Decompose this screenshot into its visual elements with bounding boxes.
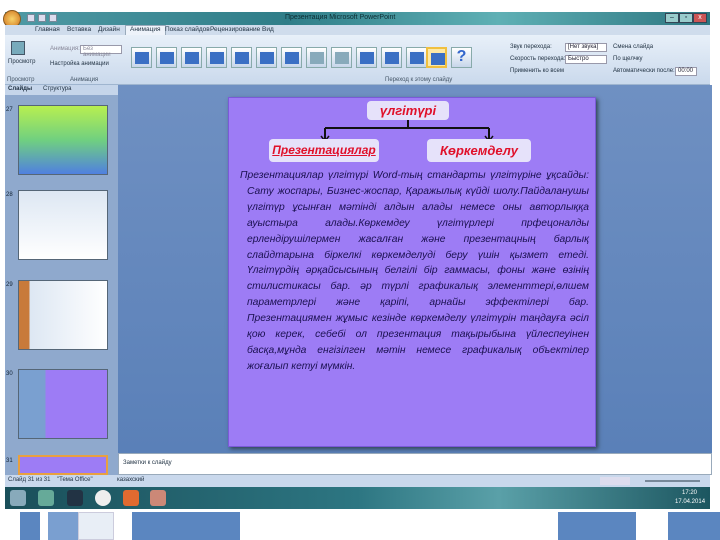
tab-view[interactable]: Вид <box>262 26 274 33</box>
preview-group-label: Просмотр <box>7 77 35 83</box>
custom-animation-button[interactable]: Настройка анимации <box>50 61 109 67</box>
transition-10[interactable] <box>356 47 377 68</box>
tab-animation[interactable]: Анимация <box>125 25 166 35</box>
media-icon[interactable] <box>95 490 111 506</box>
clock-time: 17:20 <box>682 490 698 496</box>
pane-tabs: Слайды Структура <box>5 85 118 95</box>
slide-number: 29 <box>6 282 13 288</box>
slide-number: 27 <box>6 107 13 113</box>
animation-select[interactable]: Без анимации <box>80 45 122 58</box>
transitions-group-label: Переход к этому слайду <box>385 77 453 83</box>
view-buttons[interactable] <box>600 477 630 485</box>
background-block <box>558 512 636 540</box>
slide-thumbnail-28[interactable] <box>18 190 108 260</box>
tab-review[interactable]: Рецензирование <box>210 26 260 33</box>
slide-number: 31 <box>6 458 13 464</box>
app-icon[interactable] <box>38 490 54 506</box>
tab-insert[interactable]: Вставка <box>67 26 91 33</box>
tab-outline[interactable]: Структура <box>43 86 71 92</box>
transition-3[interactable] <box>181 47 202 68</box>
undo-icon[interactable] <box>38 14 46 22</box>
taskbar: 17:20 17.04.2014 <box>5 487 710 509</box>
app-icon-2[interactable] <box>150 490 166 506</box>
more-transitions-icon[interactable]: ? <box>451 47 472 68</box>
clock-date: 17.04.2014 <box>675 499 706 505</box>
language[interactable]: казахский <box>117 477 144 483</box>
slides-pane: 27 28 29 30 31 <box>5 95 118 475</box>
preview-icon[interactable] <box>11 41 25 55</box>
redo-icon[interactable] <box>49 14 57 22</box>
zoom-slider[interactable] <box>645 480 700 482</box>
maximize-button[interactable]: ▫ <box>679 13 693 23</box>
apply-all-button[interactable]: Применить ко всем <box>510 68 564 74</box>
title-box[interactable]: үлгітүрі <box>367 101 449 120</box>
status-bar: Слайд 31 из 31 "Тема Office" казахский <box>5 475 710 487</box>
slide-thumbnail-30[interactable] <box>18 369 108 439</box>
speed-label: Скорость перехода: <box>510 56 566 62</box>
minimize-button[interactable]: – <box>665 13 679 23</box>
on-click-checkbox[interactable]: По щелчку <box>613 56 643 62</box>
animation-label: Анимация: <box>50 46 80 52</box>
notes-pane[interactable]: Заметки к слайду <box>118 453 712 475</box>
slide-number: 28 <box>6 192 13 198</box>
window-title: Презентация Microsoft PowerPoint <box>285 14 396 21</box>
slide-number: 30 <box>6 371 13 377</box>
tab-home[interactable]: Главная <box>35 26 60 33</box>
design-box[interactable]: Көркемделу <box>427 139 531 162</box>
slide-thumbnail-29[interactable] <box>18 280 108 350</box>
notes-placeholder: Заметки к слайду <box>123 460 172 466</box>
theme-name: "Тема Office" <box>57 477 93 483</box>
animation-group-label: Анимация <box>70 77 99 83</box>
transition-5[interactable] <box>231 47 252 68</box>
transition-2[interactable] <box>156 47 177 68</box>
slide-canvas[interactable]: үлгітүрі Презентациялар Көркемделу Презе… <box>228 97 596 447</box>
auto-after-checkbox[interactable]: Автоматически после: <box>613 68 675 74</box>
slide-thumbnail-31[interactable] <box>18 455 108 475</box>
start-icon[interactable] <box>10 490 26 506</box>
background-thumbnail <box>78 512 114 540</box>
background-block <box>668 512 720 540</box>
transition-12[interactable] <box>406 47 427 68</box>
transition-9[interactable] <box>331 47 352 68</box>
tab-design[interactable]: Дизайн <box>98 26 120 33</box>
title-bar: Презентация Microsoft PowerPoint – ▫ x <box>3 10 710 28</box>
background-block <box>132 512 240 540</box>
tab-slides[interactable]: Слайды <box>8 86 32 92</box>
preview-button[interactable]: Просмотр <box>8 59 35 65</box>
ribbon-tabs: Главная Вставка Дизайн Анимация Показ сл… <box>5 25 710 35</box>
advance-label: Смена слайда <box>613 44 654 50</box>
slide-body-text[interactable]: Презентациялар үлгітүрі Word-тың стандар… <box>237 168 589 375</box>
templates-box[interactable]: Презентациялар <box>269 139 379 162</box>
background-block <box>20 512 40 540</box>
ribbon: Просмотр Просмотр Анимация: Без анимации… <box>5 35 710 85</box>
transition-1[interactable] <box>131 47 152 68</box>
background-block <box>48 512 78 540</box>
auto-time-input[interactable]: 00:00 <box>675 67 697 76</box>
transition-7[interactable] <box>281 47 302 68</box>
slide-counter: Слайд 31 из 31 <box>8 477 51 483</box>
transition-8[interactable] <box>306 47 327 68</box>
sound-select[interactable]: [Нет звука] <box>565 43 607 52</box>
transition-4[interactable] <box>206 47 227 68</box>
slide-thumbnail-27[interactable] <box>18 105 108 175</box>
save-icon[interactable] <box>27 14 35 22</box>
transition-11[interactable] <box>381 47 402 68</box>
transition-selected[interactable] <box>426 47 447 68</box>
transition-6[interactable] <box>256 47 277 68</box>
powerpoint-icon[interactable] <box>123 490 139 506</box>
close-button[interactable]: x <box>693 13 707 23</box>
folder-icon[interactable] <box>67 490 83 506</box>
tab-slideshow[interactable]: Показ слайдов <box>165 26 210 33</box>
speed-select[interactable]: Быстро <box>565 55 607 64</box>
sound-label: Звук перехода: <box>510 44 552 50</box>
